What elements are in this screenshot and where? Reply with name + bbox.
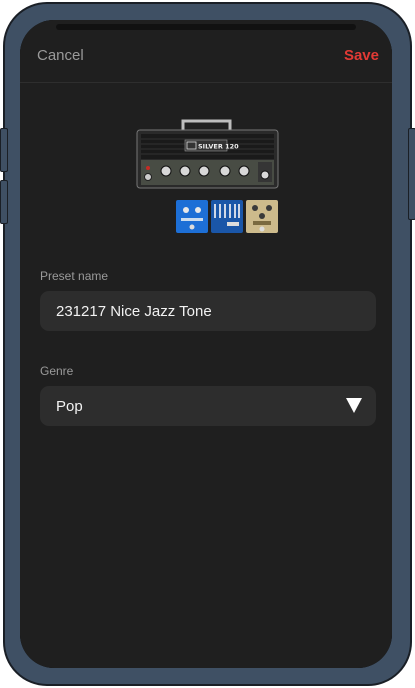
preset-name-label: Preset name (40, 269, 109, 283)
phone-side-button (0, 180, 8, 224)
cancel-button[interactable]: Cancel (37, 47, 84, 64)
preset-name-value: 231217 Nice Jazz Tone (56, 302, 212, 320)
amp-handle (181, 119, 232, 130)
eq-pedal-icon (211, 200, 243, 233)
save-button[interactable]: Save (344, 47, 379, 64)
amp-name: SILVER 120 (198, 143, 239, 151)
top-bar: Cancel Save (20, 20, 392, 83)
genre-select[interactable]: Pop (40, 386, 376, 426)
genre-value: Pop (56, 397, 83, 415)
preset-name-field[interactable]: 231217 Nice Jazz Tone (40, 291, 376, 331)
phone-side-button (0, 128, 8, 172)
phone-power-button (408, 128, 415, 220)
status-notch (56, 24, 356, 30)
edit-preset-screen: Cancel Save SILVER 120 Preset name 23121… (20, 20, 392, 668)
genre-label: Genre (40, 364, 74, 378)
rig-preview: SILVER 120 (136, 119, 279, 233)
phone-screen: Cancel Save SILVER 120 Preset name 23121… (20, 20, 392, 668)
tan-drive-pedal-icon (246, 200, 278, 233)
dropdown-triangle-icon (346, 398, 362, 413)
blue-boost-pedal-icon (176, 200, 208, 233)
amp-head-icon: SILVER 120 (136, 129, 279, 189)
